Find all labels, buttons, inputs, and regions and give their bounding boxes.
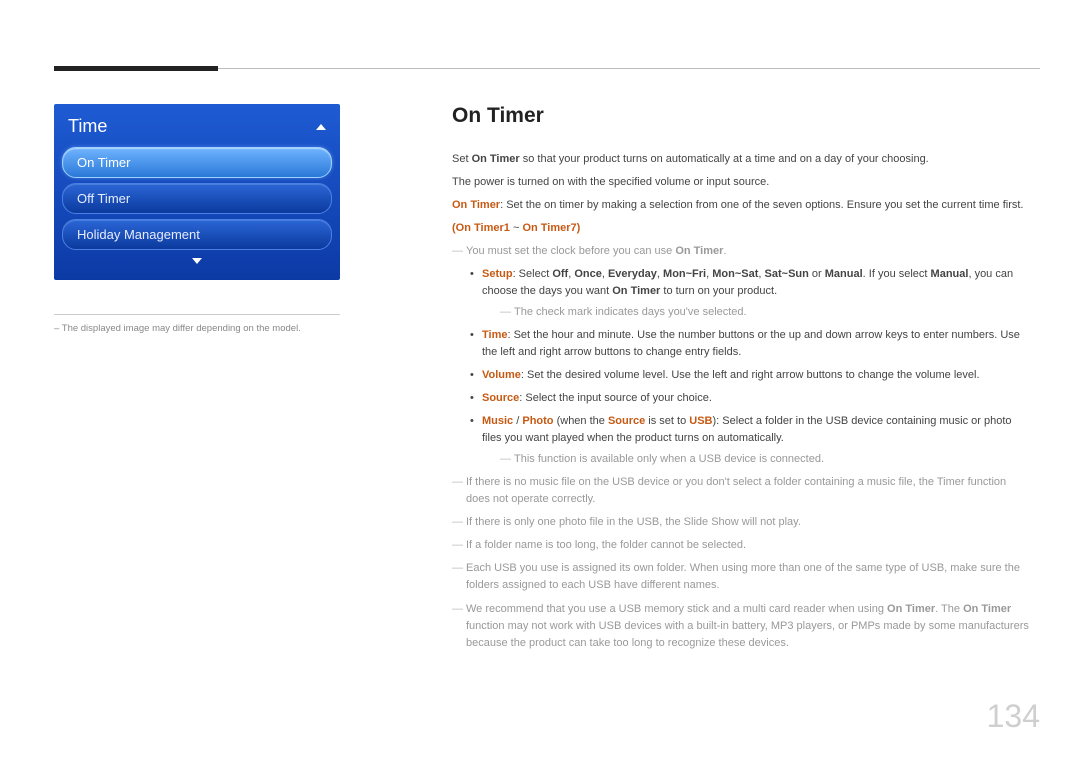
bullet-volume: Volume: Set the desired volume level. Us…: [470, 367, 1032, 384]
menu-item-label: On Timer: [77, 155, 130, 170]
options-list: Setup: Select Off, Once, Everyday, Mon~F…: [452, 266, 1032, 468]
timer-range-label: (On Timer1 ~ On Timer7): [452, 220, 1032, 237]
left-divider: [54, 314, 340, 315]
menu-title-row: Time: [62, 110, 332, 147]
bullet-time: Time: Set the hour and minute. Use the n…: [470, 327, 1032, 361]
clock-note: You must set the clock before you can us…: [452, 243, 1032, 260]
page-number: 134: [987, 698, 1040, 735]
usb-note: This function is available only when a U…: [500, 451, 1032, 468]
footer-note-2: If a folder name is too long, the folder…: [452, 537, 1032, 554]
time-menu-panel: Time On Timer Off Timer Holiday Manageme…: [54, 104, 340, 280]
bullet-music-photo: Music / Photo (when the Source is set to…: [470, 413, 1032, 468]
bullet-setup: Setup: Select Off, Once, Everyday, Mon~F…: [470, 266, 1032, 321]
scroll-up-icon[interactable]: [316, 124, 326, 130]
footer-note-0: If there is no music file on the USB dev…: [452, 474, 1032, 508]
left-column: Time On Timer Off Timer Holiday Manageme…: [54, 104, 340, 334]
header-rule: [54, 68, 1040, 69]
menu-item-off-timer[interactable]: Off Timer: [62, 183, 332, 214]
footer-note-final: We recommend that you use a USB memory s…: [452, 601, 1032, 652]
image-disclaimer: – The displayed image may differ dependi…: [54, 323, 340, 334]
menu-title: Time: [68, 116, 107, 137]
menu-item-holiday-management[interactable]: Holiday Management: [62, 219, 332, 250]
menu-item-label: Holiday Management: [77, 227, 200, 242]
note-text: The displayed image may differ depending…: [62, 323, 301, 334]
intro-paragraph-1: Set On Timer so that your product turns …: [452, 151, 1032, 168]
footer-note-1: If there is only one photo file in the U…: [452, 514, 1032, 531]
section-title: On Timer: [452, 100, 1032, 133]
footer-note-3: Each USB you use is assigned its own fol…: [452, 560, 1032, 594]
bullet-source: Source: Select the input source of your …: [470, 390, 1032, 407]
note-dash: –: [54, 323, 62, 334]
content-column: On Timer Set On Timer so that your produ…: [452, 100, 1032, 658]
menu-item-label: Off Timer: [77, 191, 130, 206]
menu-item-on-timer[interactable]: On Timer: [62, 147, 332, 178]
intro-paragraph-3: On Timer: Set the on timer by making a s…: [452, 197, 1032, 214]
scroll-down-icon[interactable]: [192, 258, 202, 264]
setup-note: The check mark indicates days you've sel…: [500, 304, 1032, 321]
intro-paragraph-2: The power is turned on with the specifie…: [452, 174, 1032, 191]
